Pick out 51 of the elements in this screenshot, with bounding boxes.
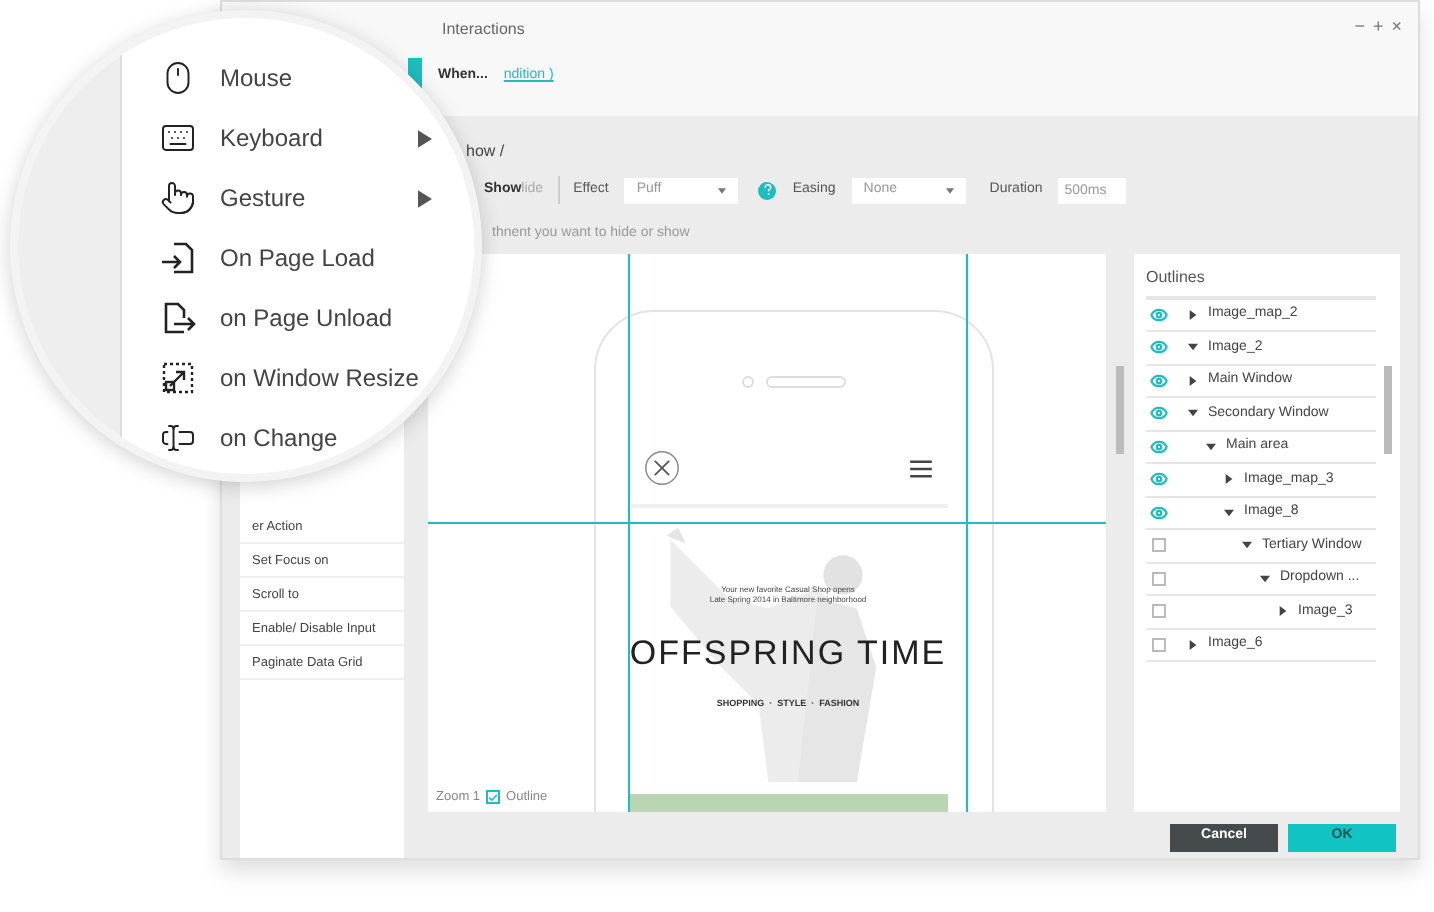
keyboard-icon [160, 120, 196, 156]
eye-icon[interactable] [1150, 503, 1168, 522]
visibility-checkbox[interactable] [1152, 637, 1166, 652]
panel-title: Outlines [1146, 265, 1376, 299]
outline-checkbox[interactable] [486, 790, 501, 805]
caret-right-icon[interactable] [1188, 375, 1198, 386]
menu-item[interactable]: on Window Resize [160, 360, 419, 396]
help-icon[interactable] [758, 181, 777, 199]
logo-emblem [644, 450, 680, 487]
window-control[interactable]: × [1391, 18, 1402, 36]
window-control[interactable]: − [1354, 18, 1365, 36]
eye-icon[interactable] [1150, 404, 1168, 423]
caret-down-icon[interactable] [1224, 507, 1234, 518]
visibility-checkbox[interactable] [1152, 538, 1166, 553]
breadcrumb: how / [466, 140, 507, 164]
menu-item[interactable]: On Page Load [160, 240, 375, 276]
page-enter-icon [160, 240, 196, 276]
menu-icon[interactable] [910, 459, 932, 478]
menu-item[interactable]: on Page Unload [160, 300, 393, 336]
window-control[interactable]: + [1372, 18, 1384, 36]
eye-icon[interactable] [1150, 437, 1168, 456]
eye-icon[interactable] [1150, 305, 1168, 324]
caret-right-icon[interactable] [1188, 309, 1198, 320]
eye-icon[interactable] [1150, 371, 1168, 390]
window-title: Interactions [442, 18, 525, 42]
eye-icon[interactable] [1150, 338, 1168, 357]
caret-down-icon [718, 187, 727, 193]
caret-down-icon[interactable] [1206, 441, 1216, 452]
caret-right-icon[interactable] [1224, 474, 1234, 485]
eye-icon[interactable] [1150, 470, 1168, 489]
resize-icon [160, 360, 196, 396]
menu-item[interactable]: on Change [160, 420, 338, 456]
caret-right-icon[interactable] [1278, 606, 1288, 617]
scrollbar[interactable] [1384, 365, 1392, 453]
page-exit-icon [160, 300, 196, 336]
hand-icon [160, 180, 196, 216]
speaker-slot [766, 375, 846, 387]
scrollbar[interactable] [1116, 365, 1124, 453]
menu-item[interactable]: Keyboard [160, 120, 432, 156]
caret-down-icon[interactable] [1188, 408, 1198, 419]
visibility-checkbox[interactable] [1152, 571, 1166, 586]
menu-item[interactable]: Gesture [160, 180, 432, 216]
text-cursor-icon [160, 420, 196, 456]
caret-down-icon[interactable] [1260, 573, 1270, 584]
menu-item[interactable]: Mouse [160, 60, 293, 96]
caret-down-icon[interactable] [1242, 540, 1252, 551]
caret-right-icon[interactable] [1188, 639, 1198, 650]
brand-title: OFFSPRING TIME [629, 631, 947, 676]
visibility-checkbox[interactable] [1152, 604, 1166, 619]
caret-down-icon [945, 187, 954, 193]
caret-down-icon[interactable] [1188, 342, 1198, 353]
